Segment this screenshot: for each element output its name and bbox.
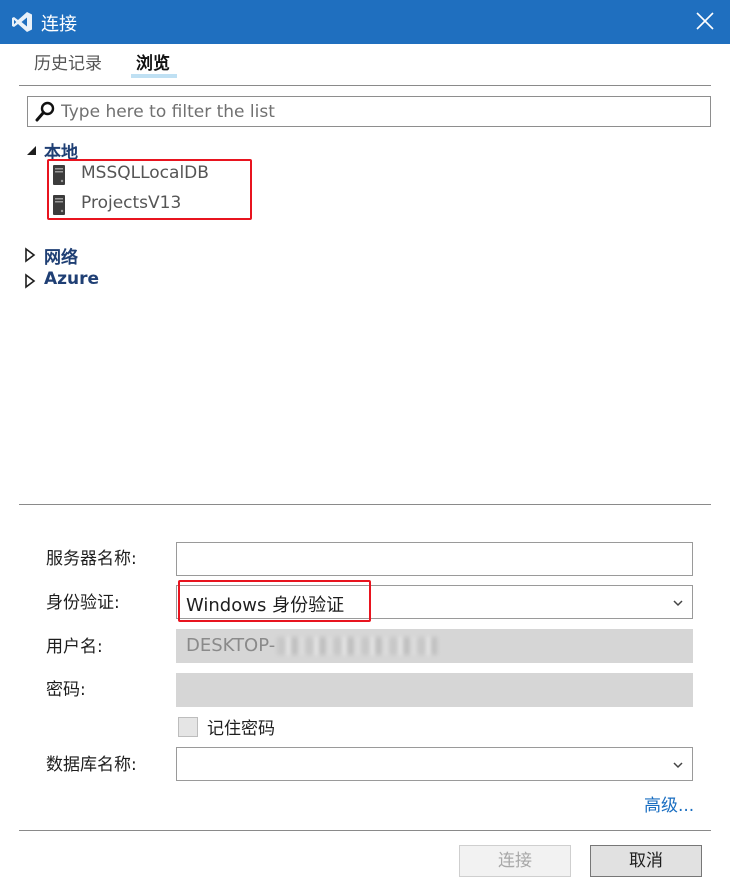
footer-divider [19,830,711,831]
tree-node-azure-label: Azure [44,269,100,289]
expanded-arrow-icon[interactable] [24,142,38,158]
search-icon [35,101,55,122]
server-name-label: 服务器名称: [46,549,137,569]
password-field [176,673,693,707]
section-divider [19,504,711,505]
chevron-down-icon [673,762,683,769]
title-bar: 连接 [0,0,730,44]
tree-node-network-label: 网络 [44,248,78,268]
advanced-link[interactable]: 高级... [644,791,694,816]
blurred-username-part [277,637,438,655]
server-name-field[interactable] [176,542,693,576]
database-name-select[interactable] [176,747,693,781]
chevron-down-icon [673,600,683,607]
username-value: DESKTOP- [186,635,438,656]
filter-box[interactable] [27,96,711,127]
remember-password-checkbox[interactable] [178,717,198,737]
close-icon[interactable] [694,10,716,32]
visual-studio-icon [12,12,32,32]
database-name-label: 数据库名称: [46,755,137,775]
username-label: 用户名: [46,637,103,657]
tab-history[interactable]: 历史记录 [34,49,102,74]
filter-input[interactable] [61,99,701,124]
tab-browse[interactable]: 浏览 [136,49,170,74]
highlight-box-auth [178,580,371,622]
cancel-button[interactable]: 取消 [590,845,702,877]
collapsed-arrow-icon[interactable] [24,247,38,263]
tree-node-azure[interactable]: Azure [24,269,114,293]
remember-password-label: 记住密码 [207,719,275,739]
username-field: DESKTOP- [176,629,693,663]
auth-label: 身份验证: [46,593,120,613]
active-tab-indicator [131,74,177,78]
tab-bar: 历史记录 浏览 [0,44,730,87]
tab-divider [19,85,711,86]
tree-node-network[interactable]: 网络 [24,243,94,268]
highlight-box-local-servers [47,159,252,220]
connect-button[interactable]: 连接 [459,845,571,877]
password-label: 密码: [46,680,86,700]
window-title: 连接 [41,14,77,35]
collapsed-arrow-icon[interactable] [24,273,38,289]
